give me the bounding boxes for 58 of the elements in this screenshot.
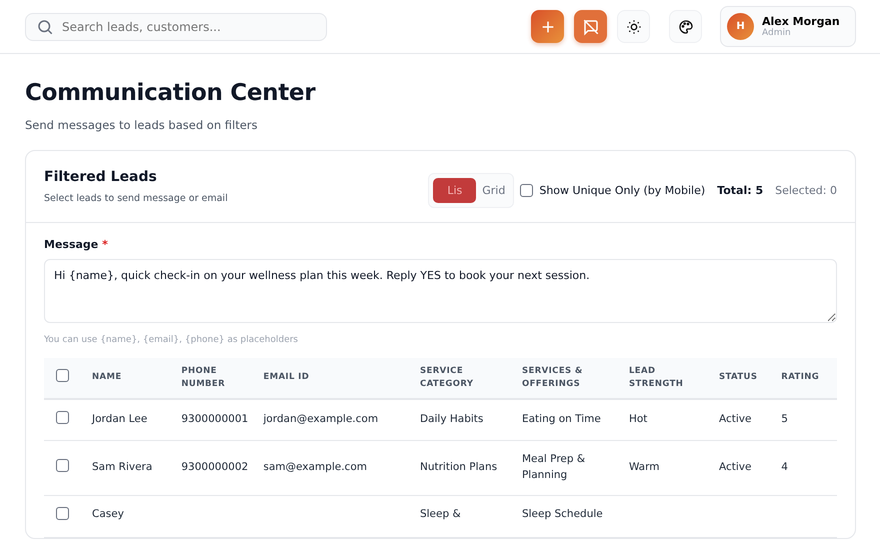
user-name: Alex Morgan [762,15,840,28]
plus-icon [540,18,556,34]
search-icon [36,18,54,36]
row-checkbox[interactable] [56,410,69,424]
column-header: PHONE NUMBER [175,358,258,398]
user-role: Admin [762,28,792,38]
checkbox[interactable] [520,184,534,197]
search-field[interactable]: Search leads, customers... [25,12,327,40]
toggle-button[interactable] [574,10,607,43]
theme-button[interactable] [617,10,650,43]
table-cell: Meal Prep & Planning [522,453,586,481]
crossed-bubble-icon [582,18,600,36]
table-cell: Hot [628,413,648,425]
table-cell: Sam Rivera [92,461,152,474]
row-checkbox[interactable] [56,458,69,472]
table-cell: Sleep & [420,508,461,520]
field-label: Message * [44,238,109,251]
column-header: STATUS [712,358,776,398]
select-all-checkbox[interactable] [56,368,69,382]
table-cell: Active [718,461,752,474]
table-cell: Active [718,413,752,425]
card-subtitle: Select leads to send message or email [44,193,228,204]
table-cell: Warm [628,461,660,474]
palette-button[interactable] [669,10,702,43]
message-field[interactable]: Hi {name}, quick check-in on your wellness plan this week. Reply YES to book your next session. [44,259,837,323]
page-title: Communication Center [25,80,316,106]
column-header: RATING [775,358,837,398]
table-cell: Sleep Schedule [522,508,603,520]
palette-icon [678,18,694,34]
sun-icon [626,18,642,34]
card-title: Filtered Leads [44,169,158,185]
table-cell: Eating on Time [522,413,601,425]
table-cell: Casey [92,508,124,520]
column-header: EMAIL ID [257,358,414,398]
table-cell: 9300000002 [181,461,248,474]
table-cell: jordan@example.com [263,413,378,425]
table-cell: 9300000001 [181,413,248,425]
table-cell: 5 [781,413,788,425]
total-count: Total: 5 [717,184,764,197]
table-cell: Jordan Lee [92,413,148,425]
user-menu[interactable]: H Alex Morgan Admin [720,6,856,47]
checkbox-label: Show Unique Only (by Mobile) [539,184,706,197]
table-cell: 4 [781,461,788,474]
table-cell: sam@example.com [263,461,367,474]
field-hint: You can use {name}, {email}, {phone} as placeholders [44,335,299,345]
column-header: SERVICES & OFFERINGS [516,358,623,398]
add-button[interactable] [531,10,564,43]
page-subtitle: Send messages to leads based on filters [25,118,259,132]
table-cell: Nutrition Plans [420,461,498,474]
table-cell: Daily Habits [420,413,484,425]
view-option[interactable]: Grid [478,178,510,203]
column-header: SERVICE CATEGORY [414,358,516,398]
column-header: NAME [86,358,176,398]
selected-count: Selected: 0 [775,184,837,197]
column-header: LEAD STRENGTH [622,358,713,398]
user-avatar: H [727,13,754,40]
row-checkbox[interactable] [56,506,69,520]
search-input[interactable]: Search leads, customers... [60,18,316,34]
